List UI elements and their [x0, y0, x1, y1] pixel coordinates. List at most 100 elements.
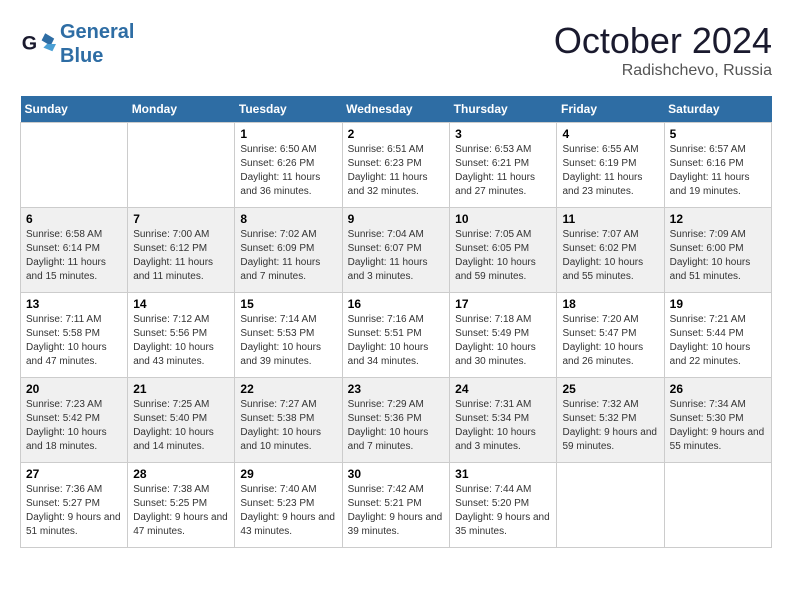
day-info: Sunrise: 7:18 AM Sunset: 5:49 PM Dayligh… [455, 313, 551, 369]
day-info: Sunrise: 6:58 AM Sunset: 6:14 PM Dayligh… [26, 228, 122, 284]
calendar-cell: 11Sunrise: 7:07 AM Sunset: 6:02 PM Dayli… [557, 208, 664, 293]
calendar-cell: 29 Sunrise: 7:40 AM Sunset: 5:23 PM Dayli… [235, 463, 342, 548]
calendar-cell: 22 Sunrise: 7:27 AM Sunset: 5:38 PM Dayli… [235, 378, 342, 463]
weekday-header-sunday: Sunday [21, 96, 128, 123]
calendar-week-row: 1 Sunrise: 6:50 AM Sunset: 6:26 PM Daylig… [21, 123, 772, 208]
day-number: 21 [133, 382, 229, 396]
calendar-cell: 6 Sunrise: 6:58 AM Sunset: 6:14 PM Daylig… [21, 208, 128, 293]
calendar-cell: 9 Sunrise: 7:04 AM Sunset: 6:07 PM Daylig… [342, 208, 450, 293]
weekday-header-friday: Friday [557, 96, 664, 123]
day-number: 16 [348, 297, 445, 311]
calendar-cell: 27 Sunrise: 7:36 AM Sunset: 5:27 PM Dayli… [21, 463, 128, 548]
day-info: Sunrise: 7:02 AM Sunset: 6:09 PM Dayligh… [240, 228, 336, 284]
calendar-cell: 28 Sunrise: 7:38 AM Sunset: 5:25 PM Dayli… [128, 463, 235, 548]
day-number: 28 [133, 467, 229, 481]
calendar-cell [21, 123, 128, 208]
calendar-cell: 20Sunrise: 7:23 AM Sunset: 5:42 PM Dayli… [21, 378, 128, 463]
day-info: Sunrise: 7:36 AM Sunset: 5:27 PM Dayligh… [26, 483, 122, 539]
day-number: 4 [562, 127, 658, 141]
day-number: 19 [670, 297, 766, 311]
logo-text: General Blue [60, 20, 134, 68]
month-title: October 2024 [554, 20, 772, 62]
calendar-cell: 17 Sunrise: 7:18 AM Sunset: 5:49 PM Dayli… [450, 293, 557, 378]
day-info: Sunrise: 7:44 AM Sunset: 5:20 PM Dayligh… [455, 483, 551, 539]
calendar-cell: 18 Sunrise: 7:20 AM Sunset: 5:47 PM Dayli… [557, 293, 664, 378]
day-info: Sunrise: 6:57 AM Sunset: 6:16 PM Dayligh… [670, 143, 766, 199]
day-info: Sunrise: 7:16 AM Sunset: 5:51 PM Dayligh… [348, 313, 445, 369]
day-info: Sunrise: 7:05 AM Sunset: 6:05 PM Dayligh… [455, 228, 551, 284]
calendar-cell: 25 Sunrise: 7:32 AM Sunset: 5:32 PM Dayli… [557, 378, 664, 463]
day-info: Sunrise: 7:09 AM Sunset: 6:00 PM Dayligh… [670, 228, 766, 284]
page-header: G General Blue October 2024 Radishchevo,… [20, 20, 772, 80]
day-number: 9 [348, 212, 445, 226]
calendar-cell [128, 123, 235, 208]
day-info: Sunrise: 7:40 AM Sunset: 5:23 PM Dayligh… [240, 483, 336, 539]
calendar-cell: 16 Sunrise: 7:16 AM Sunset: 5:51 PM Dayli… [342, 293, 450, 378]
title-block: October 2024 Radishchevo, Russia [554, 20, 772, 80]
weekday-header-tuesday: Tuesday [235, 96, 342, 123]
day-info: Sunrise: 7:29 AM Sunset: 5:36 PM Dayligh… [348, 398, 445, 454]
day-info: Sunrise: 6:51 AM Sunset: 6:23 PM Dayligh… [348, 143, 445, 199]
calendar-cell: 10 Sunrise: 7:05 AM Sunset: 6:05 PM Dayli… [450, 208, 557, 293]
day-info: Sunrise: 7:07 AM Sunset: 6:02 PM Dayligh… [562, 228, 658, 284]
location: Radishchevo, Russia [554, 62, 772, 80]
calendar-cell: 21 Sunrise: 7:25 AM Sunset: 5:40 PM Dayli… [128, 378, 235, 463]
day-info: Sunrise: 7:20 AM Sunset: 5:47 PM Dayligh… [562, 313, 658, 369]
day-info: Sunrise: 6:50 AM Sunset: 6:26 PM Dayligh… [240, 143, 336, 199]
day-number: 22 [240, 382, 336, 396]
calendar-table: SundayMondayTuesdayWednesdayThursdayFrid… [20, 96, 772, 548]
day-number: 12 [670, 212, 766, 226]
day-number: 14 [133, 297, 229, 311]
calendar-week-row: 27 Sunrise: 7:36 AM Sunset: 5:27 PM Dayli… [21, 463, 772, 548]
day-info: Sunrise: 7:42 AM Sunset: 5:21 PM Dayligh… [348, 483, 445, 539]
day-number: 8 [240, 212, 336, 226]
day-info: Sunrise: 6:55 AM Sunset: 6:19 PM Dayligh… [562, 143, 658, 199]
day-info: Sunrise: 7:38 AM Sunset: 5:25 PM Dayligh… [133, 483, 229, 539]
day-number: 24 [455, 382, 551, 396]
day-info: Sunrise: 7:31 AM Sunset: 5:34 PM Dayligh… [455, 398, 551, 454]
calendar-cell: 24 Sunrise: 7:31 AM Sunset: 5:34 PM Dayli… [450, 378, 557, 463]
weekday-header-thursday: Thursday [450, 96, 557, 123]
day-number: 1 [240, 127, 336, 141]
day-number: 26 [670, 382, 766, 396]
calendar-cell: 8 Sunrise: 7:02 AM Sunset: 6:09 PM Daylig… [235, 208, 342, 293]
day-number: 27 [26, 467, 122, 481]
calendar-cell: 2Sunrise: 6:51 AM Sunset: 6:23 PM Daylig… [342, 123, 450, 208]
logo-icon: G [20, 26, 56, 62]
day-info: Sunrise: 7:04 AM Sunset: 6:07 PM Dayligh… [348, 228, 445, 284]
day-number: 6 [26, 212, 122, 226]
day-info: Sunrise: 7:00 AM Sunset: 6:12 PM Dayligh… [133, 228, 229, 284]
calendar-week-row: 6 Sunrise: 6:58 AM Sunset: 6:14 PM Daylig… [21, 208, 772, 293]
calendar-cell: 7Sunrise: 7:00 AM Sunset: 6:12 PM Daylig… [128, 208, 235, 293]
svg-text:G: G [22, 32, 37, 54]
calendar-cell: 19Sunrise: 7:21 AM Sunset: 5:44 PM Dayli… [664, 293, 771, 378]
day-number: 10 [455, 212, 551, 226]
day-number: 3 [455, 127, 551, 141]
calendar-cell: 3 Sunrise: 6:53 AM Sunset: 6:21 PM Daylig… [450, 123, 557, 208]
day-info: Sunrise: 7:32 AM Sunset: 5:32 PM Dayligh… [562, 398, 658, 454]
weekday-header-saturday: Saturday [664, 96, 771, 123]
calendar-cell [557, 463, 664, 548]
day-info: Sunrise: 7:11 AM Sunset: 5:58 PM Dayligh… [26, 313, 122, 369]
day-info: Sunrise: 7:27 AM Sunset: 5:38 PM Dayligh… [240, 398, 336, 454]
day-number: 25 [562, 382, 658, 396]
calendar-cell: 23Sunrise: 7:29 AM Sunset: 5:36 PM Dayli… [342, 378, 450, 463]
weekday-header-monday: Monday [128, 96, 235, 123]
day-info: Sunrise: 7:14 AM Sunset: 5:53 PM Dayligh… [240, 313, 336, 369]
calendar-cell: 31Sunrise: 7:44 AM Sunset: 5:20 PM Dayli… [450, 463, 557, 548]
day-info: Sunrise: 6:53 AM Sunset: 6:21 PM Dayligh… [455, 143, 551, 199]
logo: G General Blue [20, 20, 134, 68]
day-number: 17 [455, 297, 551, 311]
day-number: 30 [348, 467, 445, 481]
day-info: Sunrise: 7:25 AM Sunset: 5:40 PM Dayligh… [133, 398, 229, 454]
calendar-week-row: 20Sunrise: 7:23 AM Sunset: 5:42 PM Dayli… [21, 378, 772, 463]
calendar-cell: 1 Sunrise: 6:50 AM Sunset: 6:26 PM Daylig… [235, 123, 342, 208]
day-info: Sunrise: 7:23 AM Sunset: 5:42 PM Dayligh… [26, 398, 122, 454]
day-number: 29 [240, 467, 336, 481]
weekday-header-row: SundayMondayTuesdayWednesdayThursdayFrid… [21, 96, 772, 123]
calendar-cell: 5Sunrise: 6:57 AM Sunset: 6:16 PM Daylig… [664, 123, 771, 208]
calendar-cell [664, 463, 771, 548]
calendar-cell: 26Sunrise: 7:34 AM Sunset: 5:30 PM Dayli… [664, 378, 771, 463]
day-number: 18 [562, 297, 658, 311]
weekday-header-wednesday: Wednesday [342, 96, 450, 123]
